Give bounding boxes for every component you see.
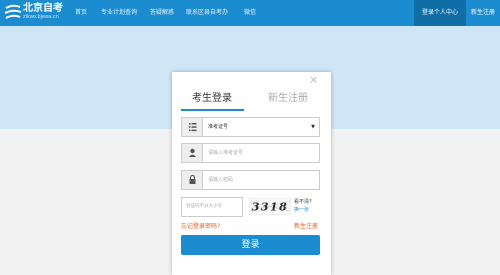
id-type-select[interactable]: 准考证号 ▼	[181, 117, 320, 137]
captcha-refresh-link[interactable]: 换一张	[294, 206, 309, 214]
close-icon[interactable]: ×	[309, 73, 318, 87]
logo-subtitle: zikao.bjeea.cn	[23, 14, 59, 20]
tab-new-register[interactable]: 新生注册	[258, 92, 318, 106]
candidate-number-placeholder: 请输入准考证号	[208, 150, 244, 156]
logo-icon	[4, 4, 22, 19]
nav-item-faq[interactable]: 答疑解惑	[150, 8, 174, 18]
login-modal: × 考生登录 新生注册 准考证号 ▼ 请输入准考证号 请输入密码 验证码不分大小…	[172, 72, 331, 275]
nav-item-wechat[interactable]: 微信	[244, 8, 256, 18]
active-tab-indicator	[181, 109, 244, 111]
list-icon	[189, 123, 197, 132]
captcha-code: 3318	[252, 201, 289, 214]
lock-icon	[189, 174, 196, 184]
captcha-image[interactable]: 3318	[249, 198, 291, 215]
tab-candidate-login[interactable]: 考生登录	[182, 92, 242, 106]
user-icon	[189, 148, 196, 157]
captcha-placeholder: 验证码不分大小写	[186, 204, 222, 209]
login-button[interactable]: 登录	[181, 235, 320, 255]
top-navbar: 北京自考 zikao.bjeea.cn 首页 专业计划查询 答疑解惑 联系区县自…	[0, 0, 500, 26]
captcha-field[interactable]: 验证码不分大小写	[181, 197, 243, 217]
logo-title: 北京自考	[23, 3, 63, 14]
nav-item-contact-district[interactable]: 联系区县自考办	[186, 8, 228, 18]
nav-login-center[interactable]: 登录个人中心	[414, 0, 466, 26]
new-register-link[interactable]: 新生注册	[294, 222, 318, 232]
captcha-cant-see-label: 看不清?	[294, 199, 312, 205]
nav-item-home[interactable]: 首页	[75, 8, 87, 18]
password-addon	[182, 171, 203, 189]
id-type-addon	[182, 118, 203, 136]
site-logo[interactable]: 北京自考 zikao.bjeea.cn	[3, 3, 65, 23]
candidate-number-addon	[182, 144, 203, 162]
password-placeholder: 请输入密码	[208, 177, 234, 183]
password-field[interactable]: 请输入密码	[181, 170, 320, 190]
id-type-value: 准考证号	[208, 124, 229, 130]
candidate-number-field[interactable]: 请输入准考证号	[181, 143, 320, 163]
nav-new-register[interactable]: 新生注册	[466, 0, 500, 26]
nav-item-major-plan[interactable]: 专业计划查询	[101, 8, 137, 18]
forgot-password-link[interactable]: 忘记登录密码?	[181, 222, 220, 232]
dropdown-caret-icon: ▼	[311, 124, 315, 130]
